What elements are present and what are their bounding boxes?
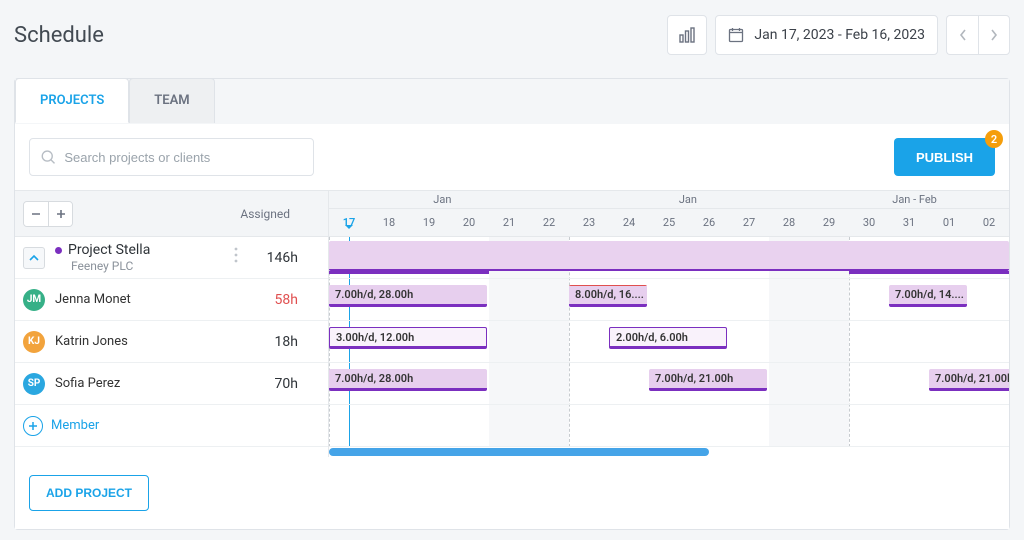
month-label: Jan	[329, 191, 556, 208]
day-header: 20	[449, 209, 489, 236]
day-header: 23	[569, 209, 609, 236]
date-prev-button[interactable]	[946, 15, 978, 55]
allocation-bar[interactable]: 2.00h/d, 6.00h	[609, 327, 727, 349]
member-row: KJ Katrin Jones 18h	[15, 321, 328, 363]
month-label: Jan - Feb	[820, 191, 1009, 208]
day-header: 28	[769, 209, 809, 236]
plus-icon	[55, 208, 67, 220]
member-hours: 58h	[275, 292, 320, 308]
project-segment-underline	[329, 271, 489, 274]
member-name: Katrin Jones	[55, 334, 128, 349]
project-client: Feeney PLC	[71, 259, 150, 273]
day-header: 18	[369, 209, 409, 236]
timeline-row: 7.00h/d, 28.00h 8.00h/d, 16.... 7.00h/d, 1…	[329, 279, 1009, 321]
project-bullet-icon	[55, 247, 62, 254]
grid-left-column: Assigned Project Stella Feeney PLC	[15, 191, 329, 457]
add-member-label: Member	[51, 418, 99, 433]
tab-team[interactable]: TEAM	[129, 78, 214, 123]
day-header: 24	[609, 209, 649, 236]
allocation-bar[interactable]: 7.00h/d, 28.00h	[329, 369, 487, 391]
member-hours: 70h	[275, 376, 320, 392]
stats-button[interactable]	[667, 15, 707, 55]
project-menu-button[interactable]	[234, 247, 238, 263]
search-input[interactable]	[64, 150, 303, 165]
horizontal-scrollbar[interactable]	[329, 447, 1009, 457]
project-row: Project Stella Feeney PLC 146h	[15, 237, 328, 279]
project-toggle[interactable]	[23, 247, 45, 269]
date-next-button[interactable]	[978, 15, 1010, 55]
allocation-bar[interactable]: 3.00h/d, 12.00h	[329, 327, 487, 349]
date-range-label: Jan 17, 2023 - Feb 16, 2023	[754, 27, 925, 43]
plus-circle-icon	[28, 421, 38, 431]
bar-chart-icon	[678, 26, 696, 44]
day-header: 01	[929, 209, 969, 236]
chevron-up-icon	[28, 253, 40, 263]
kebab-icon	[234, 247, 238, 263]
avatar: JM	[23, 289, 45, 311]
day-header: 19	[409, 209, 449, 236]
assigned-column-header: Assigned	[240, 207, 320, 221]
add-member-button[interactable]: Member	[15, 405, 328, 447]
day-header: 30	[849, 209, 889, 236]
member-row: SP Sofia Perez 70h	[15, 363, 328, 405]
member-name: Jenna Monet	[55, 292, 131, 307]
search-icon	[40, 148, 56, 166]
timeline-row: 3.00h/d, 12.00h 2.00h/d, 6.00h	[329, 321, 1009, 363]
day-header: 31	[889, 209, 929, 236]
avatar: SP	[23, 373, 45, 395]
chevron-right-icon	[989, 29, 999, 41]
scroll-thumb[interactable]	[329, 448, 709, 456]
day-header: 29	[809, 209, 849, 236]
day-header: 02	[969, 209, 1009, 236]
day-header: 27	[729, 209, 769, 236]
timeline-row: 7.00h/d, 28.00h 7.00h/d, 21.00h 7.00h/d, 2…	[329, 363, 1009, 405]
date-range-picker[interactable]: Jan 17, 2023 - Feb 16, 2023	[715, 15, 938, 55]
timeline-row	[329, 405, 1009, 447]
topbar-actions: Jan 17, 2023 - Feb 16, 2023	[667, 15, 1010, 55]
timeline: JanJanJan - Feb 171819202122232425262728…	[329, 191, 1009, 457]
member-row: JM Jenna Monet 58h	[15, 279, 328, 321]
allocation-bar[interactable]: 7.00h/d, 28.00h	[329, 285, 487, 307]
project-bar[interactable]	[329, 241, 1009, 271]
page-title: Schedule	[14, 23, 104, 48]
search-wrapper	[29, 138, 314, 176]
member-hours: 18h	[275, 334, 320, 350]
expand-all-button[interactable]	[48, 202, 72, 226]
allocation-bar[interactable]: 7.00h/d, 14....	[889, 285, 967, 307]
timeline-row	[329, 237, 1009, 279]
month-label: Jan	[556, 191, 820, 208]
avatar: KJ	[23, 331, 45, 353]
day-header: 26	[689, 209, 729, 236]
member-name: Sofia Perez	[55, 376, 120, 391]
chevron-left-icon	[958, 29, 968, 41]
allocation-bar[interactable]: 7.00h/d, 21.00h	[649, 369, 767, 391]
schedule-panel: PROJECTS TEAM PUBLISH 2	[14, 78, 1010, 530]
project-name: Project Stella	[68, 242, 150, 258]
minus-icon	[30, 208, 42, 220]
publish-button[interactable]: PUBLISH	[894, 138, 995, 176]
day-header: 25	[649, 209, 689, 236]
day-header: 21	[489, 209, 529, 236]
day-header: 17	[329, 209, 369, 236]
collapse-all-button[interactable]	[24, 202, 48, 226]
allocation-bar[interactable]: 7.00h/d, 21.00h	[929, 369, 1009, 391]
add-project-button[interactable]: ADD PROJECT	[29, 475, 149, 511]
tab-projects[interactable]: PROJECTS	[15, 78, 129, 123]
publish-badge: 2	[985, 130, 1003, 148]
allocation-bar[interactable]: 8.00h/d, 16....	[569, 285, 647, 307]
day-header: 22	[529, 209, 569, 236]
project-hours: 146h	[267, 250, 320, 266]
project-segment-underline	[849, 271, 1009, 274]
calendar-icon	[728, 27, 744, 43]
